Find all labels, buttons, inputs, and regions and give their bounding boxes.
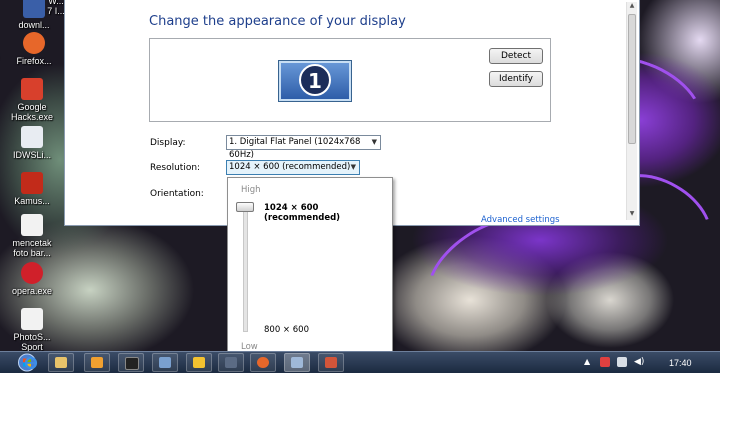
desktop-icon-label: W... 7 I... xyxy=(47,0,65,16)
taskbar-clock[interactable]: 17:40 xyxy=(669,358,692,368)
desktop-icon-label: Kamus... xyxy=(14,196,50,206)
resolution-slider-track[interactable] xyxy=(243,205,248,332)
taskbar-media-player-button[interactable] xyxy=(84,353,110,372)
scroll-up-arrow-icon[interactable]: ▲ xyxy=(627,2,637,12)
desktop-icon-google-hacks[interactable]: Google Hacks.exe xyxy=(6,78,58,122)
detect-button[interactable]: Detect xyxy=(489,48,543,64)
taskbar-firefox-button[interactable] xyxy=(250,353,276,372)
app-icon xyxy=(193,357,205,368)
resolution-option[interactable]: 1024 × 600 (recommended) xyxy=(264,203,392,223)
flag-icon[interactable] xyxy=(600,357,610,367)
window-icon xyxy=(159,357,171,368)
display-select[interactable]: 1. Digital Flat Panel (1024x768 60Hz) ▼ xyxy=(226,135,381,160)
monitor-number: 1 xyxy=(299,64,331,96)
desktop-icon-label: Firefox... xyxy=(16,56,52,66)
resolution-select-value: 1024 × 600 (recommended) xyxy=(229,162,351,172)
desktop-icon-label: opera.exe xyxy=(11,286,53,296)
resolution-dropdown-panel: High 1024 × 600 (recommended) 800 × 600 … xyxy=(227,177,393,359)
desktop-icon-photoscape[interactable]: PhotoS... Sport xyxy=(6,308,58,351)
taskbar-explorer-button[interactable] xyxy=(48,353,74,372)
identify-button[interactable]: Identify xyxy=(489,71,543,87)
firefox-icon xyxy=(23,32,45,54)
high-label: High xyxy=(241,185,261,195)
resolution-slider-thumb[interactable] xyxy=(236,202,254,212)
taskbar-cmd-button[interactable] xyxy=(118,353,144,372)
resolution-label: Resolution: xyxy=(150,163,201,173)
desktop-icon-idwsli[interactable]: IDWSLi... xyxy=(6,126,58,160)
google-hacks-icon xyxy=(21,78,43,100)
taskbar-control-panel-button[interactable] xyxy=(284,353,310,372)
control-panel-icon xyxy=(291,357,303,368)
document-icon xyxy=(21,214,43,236)
photoscape-icon xyxy=(21,308,43,330)
up-arrow-icon[interactable]: ▲ xyxy=(584,357,594,367)
desktop-icon-shortcut[interactable]: v5 xyxy=(0,52,6,62)
monitor-preview-area: 1 Detect Identify xyxy=(149,38,551,122)
media-player-icon xyxy=(91,357,103,368)
desktop-icon-shortcut[interactable]: 3) xyxy=(0,206,4,216)
opera-icon xyxy=(21,262,43,284)
window-scrollbar[interactable]: ▲ ▼ xyxy=(626,2,637,220)
taskbar: ▲ ◀) 17:40 xyxy=(0,351,720,373)
scroll-down-arrow-icon[interactable]: ▼ xyxy=(627,210,637,220)
desktop-icon-label: PhotoS... Sport xyxy=(13,332,51,351)
taskbar-app3-button[interactable] xyxy=(318,353,344,372)
document-icon xyxy=(21,126,43,148)
resolution-option[interactable]: 800 × 600 xyxy=(264,325,309,335)
folder-icon xyxy=(23,0,45,18)
scrollbar-thumb[interactable] xyxy=(628,14,636,144)
taskbar-app-button[interactable] xyxy=(186,353,212,372)
orientation-label: Orientation: xyxy=(150,189,204,199)
firefox-icon xyxy=(257,357,269,368)
volume-icon[interactable]: ◀) xyxy=(634,357,644,367)
advanced-settings-link[interactable]: Advanced settings xyxy=(481,215,560,225)
internet-explorer-icon[interactable] xyxy=(24,355,38,370)
desktop-icon-shortcut[interactable]: er xyxy=(0,334,8,344)
display-label: Display: xyxy=(150,138,186,148)
app-icon xyxy=(225,357,237,368)
page-title: Change the appearance of your display xyxy=(149,14,406,29)
chevron-down-icon: ▼ xyxy=(371,138,377,146)
desktop-icon-label: mencetak foto bar... xyxy=(12,238,52,258)
display-select-value: 1. Digital Flat Panel (1024x768 60Hz) xyxy=(229,137,361,160)
desktop-icon-document[interactable]: W... 7 I... xyxy=(46,0,66,16)
taskbar-app2-button[interactable] xyxy=(218,353,244,372)
network-icon[interactable] xyxy=(617,357,627,367)
dictionary-icon xyxy=(21,172,43,194)
desktop-icon-opera[interactable]: opera.exe xyxy=(6,262,58,296)
desktop-icon-label: Google Hacks.exe xyxy=(10,102,54,122)
desktop-icon-kamus[interactable]: Kamus... xyxy=(6,172,58,206)
desktop-icon-firefox[interactable]: Firefox... xyxy=(8,32,60,66)
desktop-icon-mencetak[interactable]: mencetak foto bar... xyxy=(6,214,58,258)
taskbar-window-button[interactable] xyxy=(152,353,178,372)
app-icon xyxy=(325,357,337,368)
desktop-icon-label: downl... xyxy=(18,20,50,30)
command-prompt-icon xyxy=(125,357,139,370)
desktop-icon-label: IDWSLi... xyxy=(12,150,51,160)
desktop-icon-shortcut[interactable]: k xyxy=(0,240,4,250)
chevron-down-icon: ▼ xyxy=(350,163,356,171)
resolution-select[interactable]: 1024 × 600 (recommended) ▼ xyxy=(226,160,360,175)
monitor-1-icon[interactable]: 1 xyxy=(278,60,352,102)
folder-icon xyxy=(55,357,67,368)
